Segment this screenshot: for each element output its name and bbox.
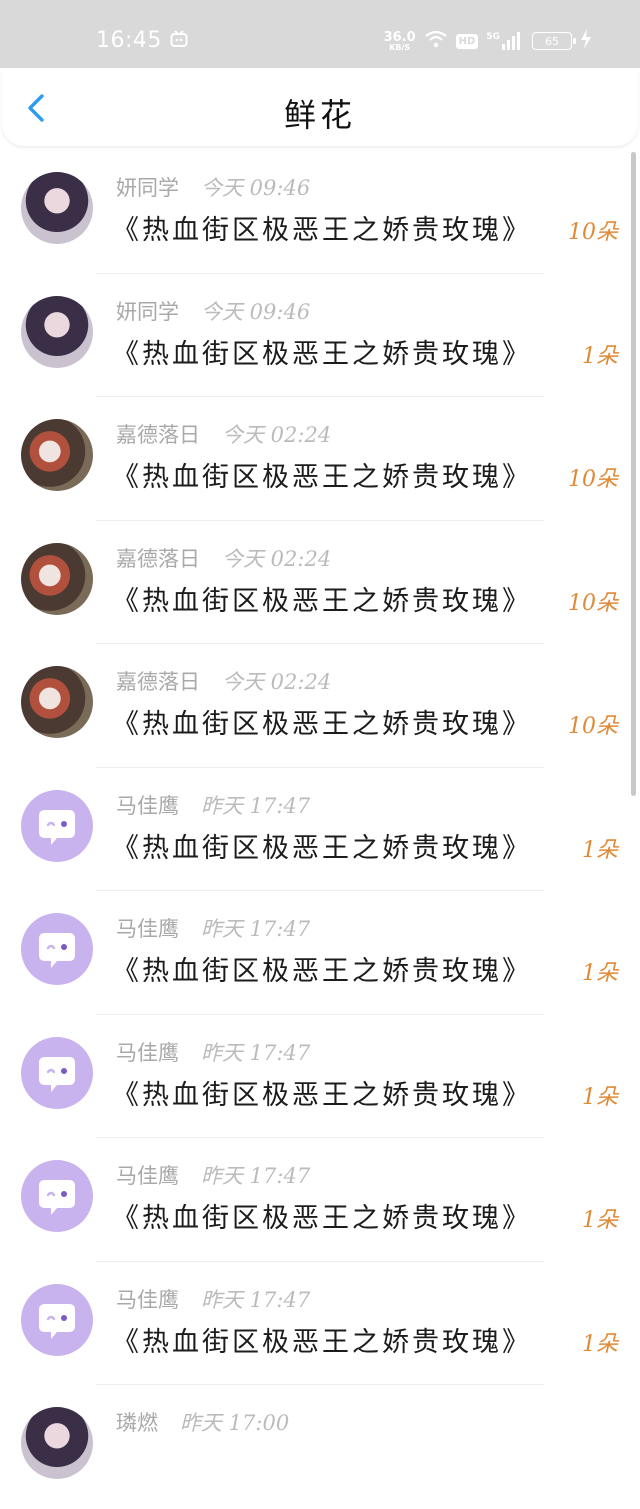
sent-time: 今天 09:46: [201, 176, 311, 200]
avatar[interactable]: [21, 172, 93, 244]
flower-count: 10朵: [568, 467, 618, 492]
sent-time: 今天 02:24: [222, 423, 332, 447]
list-item[interactable]: 嘉德落日 今天 02:24 《热血街区极恶王之娇贵玫瑰》 10朵: [0, 644, 640, 768]
list-item[interactable]: 马佳鹰 昨天 17:47 《热血街区极恶王之娇贵玫瑰》 1朵: [0, 891, 640, 1015]
sent-time: 昨天 17:47: [201, 1287, 311, 1312]
signal-icon: 5G: [486, 32, 524, 50]
list-item[interactable]: 妍同学 今天 09:46 《热血街区极恶王之娇贵玫瑰》 1朵: [0, 274, 640, 397]
avatar[interactable]: [21, 542, 93, 615]
charging-icon: [580, 29, 592, 53]
avatar[interactable]: [21, 419, 93, 491]
net-speed-unit: KB/S: [389, 42, 411, 52]
sender-name: 马佳鹰: [116, 1164, 179, 1188]
avatar[interactable]: [21, 1407, 93, 1479]
list-item[interactable]: 嘉德落日 今天 02:24 《热血街区极恶王之娇贵玫瑰》 10朵: [0, 521, 640, 644]
book-title: 《热血街区极恶王之娇贵玫瑰》: [112, 832, 532, 864]
sent-time: 昨天 17:00: [180, 1411, 290, 1435]
tv-app-icon: [170, 30, 188, 52]
flower-count: 10朵: [568, 590, 618, 616]
sender-name: 马佳鹰: [116, 917, 179, 941]
status-time: 16:45: [96, 28, 162, 53]
chat-bubble-icon: [39, 1303, 75, 1339]
sender-name: 马佳鹰: [116, 1040, 179, 1065]
status-indicators: 36.0 KB/S HD 5G 65: [384, 26, 592, 56]
status-bar: 16:45 36.0 KB/S HD 5G 65: [0, 0, 640, 68]
sender-name: 妍同学: [116, 176, 179, 200]
book-title: 《热血街区极恶王之娇贵玫瑰》: [112, 1203, 532, 1234]
sender-name: 璘燃: [116, 1411, 158, 1435]
flower-count: 1朵: [582, 343, 618, 369]
wifi-icon: [424, 30, 448, 52]
avatar[interactable]: [21, 1283, 93, 1356]
chat-bubble-icon: [39, 809, 75, 845]
avatar[interactable]: [21, 1036, 93, 1109]
hd-icon: HD: [455, 33, 479, 49]
scrollbar[interactable]: [631, 152, 636, 796]
flower-count: 1朵: [582, 1331, 618, 1357]
avatar[interactable]: [21, 789, 93, 862]
sender-name: 马佳鹰: [116, 1287, 179, 1312]
flower-count: 10朵: [568, 714, 618, 739]
header: 鲜花: [2, 68, 638, 146]
list-item[interactable]: 妍同学 今天 09:46 《热血街区极恶王之娇贵玫瑰》 10朵: [0, 150, 640, 274]
chat-bubble-icon: [39, 933, 75, 968]
sent-time: 昨天 17:47: [201, 917, 311, 941]
flower-count: 1朵: [582, 1208, 618, 1233]
book-title: 《热血街区极恶王之娇贵玫瑰》: [112, 709, 532, 740]
sender-name: 嘉德落日: [116, 423, 200, 447]
list-item[interactable]: 马佳鹰 昨天 17:47 《热血街区极恶王之娇贵玫瑰》 1朵: [0, 1138, 640, 1262]
book-title: 《热血街区极恶王之娇贵玫瑰》: [112, 956, 532, 987]
avatar[interactable]: [21, 913, 93, 985]
flower-count: 1朵: [582, 1084, 618, 1110]
flower-count: 10朵: [568, 220, 618, 245]
sent-time: 昨天 17:47: [201, 793, 311, 818]
flower-count: 1朵: [582, 961, 618, 986]
net-speed: 36.0 KB/S: [384, 31, 416, 52]
sent-time: 今天 02:24: [222, 546, 332, 571]
page-title: 鲜花: [283, 96, 356, 134]
list-item[interactable]: 璘燃 昨天 17:00: [0, 1385, 640, 1509]
book-title: 《热血街区极恶王之娇贵玫瑰》: [112, 1326, 532, 1358]
list-item[interactable]: 马佳鹰 昨天 17:47 《热血街区极恶王之娇贵玫瑰》 1朵: [0, 1015, 640, 1138]
list-item[interactable]: 马佳鹰 昨天 17:47 《热血街区极恶王之娇贵玫瑰》 1朵: [0, 1262, 640, 1385]
net-speed-value: 36.0: [383, 29, 416, 45]
avatar[interactable]: [21, 666, 93, 738]
sent-time: 昨天 17:47: [201, 1040, 311, 1065]
list-item[interactable]: 嘉德落日 今天 02:24 《热血街区极恶王之娇贵玫瑰》 10朵: [0, 397, 640, 521]
sent-time: 今天 02:24: [222, 670, 332, 694]
sender-name: 马佳鹰: [116, 793, 179, 818]
avatar[interactable]: [21, 1160, 93, 1232]
sender-name: 嘉德落日: [116, 546, 200, 571]
book-title: 《热血街区极恶王之娇贵玫瑰》: [112, 215, 532, 246]
chat-bubble-icon: [39, 1180, 75, 1215]
flower-list: 妍同学 今天 09:46 《热血街区极恶王之娇贵玫瑰》 10朵 妍同学 今天 09:…: [0, 150, 640, 1509]
list-item[interactable]: 马佳鹰 昨天 17:47 《热血街区极恶王之娇贵玫瑰》 1朵: [0, 768, 640, 891]
book-title: 《热血街区极恶王之娇贵玫瑰》: [112, 462, 532, 493]
avatar[interactable]: [21, 295, 93, 368]
book-title: 《热血街区极恶王之娇贵玫瑰》: [112, 1079, 532, 1111]
sender-name: 妍同学: [116, 299, 179, 324]
sent-time: 今天 09:46: [201, 299, 311, 324]
chat-bubble-icon: [39, 1056, 75, 1092]
flower-count: 1朵: [582, 837, 618, 863]
battery-indicator: 65: [532, 32, 576, 50]
sender-name: 嘉德落日: [116, 670, 200, 694]
book-title: 《热血街区极恶王之娇贵玫瑰》: [112, 585, 532, 617]
sent-time: 昨天 17:47: [201, 1164, 311, 1188]
book-title: 《热血街区极恶王之娇贵玫瑰》: [112, 338, 532, 370]
signal-label: 5G: [486, 32, 500, 42]
